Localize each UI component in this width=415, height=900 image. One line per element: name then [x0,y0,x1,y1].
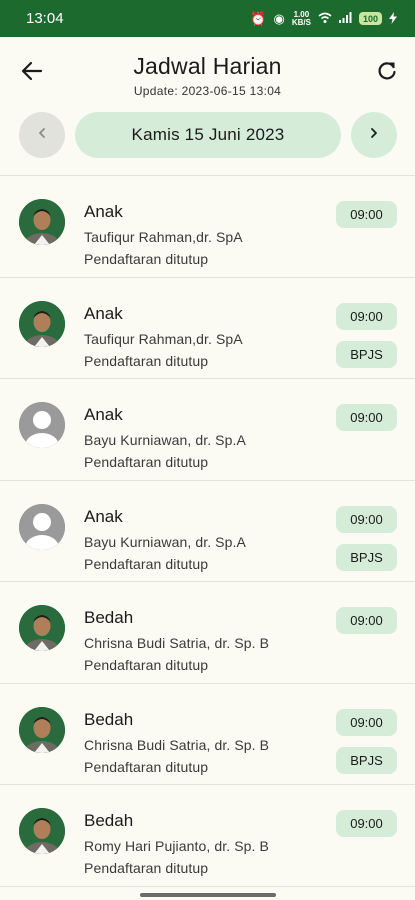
doctor-name: Chrisna Budi Satria, dr. Sp. B [84,736,270,753]
date-navigation: Kamis 15 Juni 2023 [0,107,415,167]
specialty-label: Bedah [84,709,134,729]
schedule-info: Anak Taufiqur Rahman,dr. SpA Pendaftaran… [84,202,243,267]
time-chip: 09:00 [336,607,397,634]
selected-date: Kamis 15 Juni 2023 [131,125,285,144]
time-label: 09:00 [350,714,383,730]
previous-day-button[interactable] [19,112,65,158]
time-label: 09:00 [350,816,383,831]
registration-status: Pendaftaran ditutup [84,555,209,572]
specialty-label: Anak [84,303,123,323]
doctor-avatar [19,199,65,245]
schedule-info: Anak Bayu Kurniawan, dr. Sp.A Pendaftara… [84,507,246,572]
bpjs-badge: BPJS [336,340,397,368]
schedule-row[interactable]: Anak Taufiqur Rahman,dr. SpA Pendaftaran… [0,278,415,379]
schedule-info: Bedah Chrisna Budi Satria, dr. Sp. B Pen… [84,710,269,775]
alarm-icon: ⏰ [250,11,267,26]
chevron-right-icon [368,126,380,144]
doctor-name: Bayu Kurniawan, dr. Sp.A [84,533,246,550]
registration-status: Pendaftaran ditutup [84,657,209,673]
specialty-label: Anak [84,506,123,526]
schedule-info: Bedah Romy Hari Pujianto, dr. Sp. B Pend… [84,811,269,876]
schedule-row[interactable]: Anak Bayu Kurniawan, dr. Sp.A Pendaftara… [0,481,415,582]
schedule-info: Anak Taufiqur Rahman,dr. SpA Pendaftaran… [84,304,243,369]
specialty-label: Bedah [84,608,134,627]
specialty-label: Bedah [84,811,134,830]
app-bar: Jadwal Harian Update: 2023-06-15 13:04 [0,37,415,107]
schedule-row[interactable]: Anak Taufiqur Rahman,dr. SpA Pendaftaran… [0,176,415,278]
time-label: 09:00 [350,207,383,222]
next-day-button[interactable] [351,112,397,158]
time-chip: 09:00 [336,302,397,330]
hotspot-icon: ◉ [273,11,285,26]
specialty-label: Anak [84,405,123,424]
time-chip: 09:00 [336,201,397,228]
badge-label: BPJS [350,549,383,565]
data-speed-icon: 1.00 KB/S [291,9,311,27]
time-chip: 09:00 [336,708,397,736]
signal-icon [338,12,352,25]
registration-status: Pendaftaran ditutup [84,758,209,775]
status-icons: ⏰ ◉ 1.00 KB/S 100 [250,9,397,27]
doctor-name: Taufiqur Rahman,dr. SpA [84,229,243,245]
time-chip: 09:00 [336,810,397,837]
time-label: 09:00 [350,308,383,324]
charging-icon [389,11,397,26]
time-chip: 09:00 [336,505,397,533]
battery-icon: 100 [358,12,382,25]
registration-status: Pendaftaran ditutup [84,454,209,470]
status-time: 13:04 [26,10,64,27]
bpjs-badge: BPJS [336,746,397,774]
gesture-nav-bar[interactable] [140,893,276,897]
doctor-avatar [19,808,65,854]
header-title-block: Jadwal Harian Update: 2023-06-15 13:04 [0,53,415,98]
refresh-button[interactable] [373,59,401,87]
badge-label: BPJS [350,346,383,362]
doctor-name: Chrisna Budi Satria, dr. Sp. B [84,635,270,651]
date-selector[interactable]: Kamis 15 Juni 2023 [75,112,341,158]
registration-status: Pendaftaran ditutup [84,860,209,876]
chevron-left-icon [36,126,48,144]
update-timestamp: Update: 2023-06-15 13:04 [133,84,282,98]
battery-level: 100 [362,13,378,24]
status-bar: 13:04 ⏰ ◉ 1.00 KB/S 100 [0,0,415,37]
time-label: 09:00 [350,410,383,425]
doctor-avatar [19,300,65,347]
schedule-row[interactable]: Bedah Chrisna Budi Satria, dr. Sp. B Pen… [0,684,415,785]
schedule-row[interactable]: Bedah Chrisna Budi Satria, dr. Sp. B Pen… [0,582,415,684]
bpjs-badge: BPJS [336,543,397,571]
doctor-avatar [19,605,65,651]
doctor-avatar [19,503,65,550]
registration-status: Pendaftaran ditutup [84,352,209,369]
time-label: 09:00 [350,613,383,628]
wifi-icon [318,12,332,26]
doctor-name: Taufiqur Rahman,dr. SpA [84,330,243,347]
doctor-avatar [19,706,65,753]
doctor-name: Romy Hari Pujianto, dr. Sp. B [84,838,269,854]
schedule-row[interactable]: Bedah Romy Hari Pujianto, dr. Sp. B Pend… [0,785,415,887]
registration-status: Pendaftaran ditutup [84,251,209,267]
schedule-info: Anak Bayu Kurniawan, dr. Sp.A Pendaftara… [84,405,246,470]
time-label: 09:00 [350,511,383,527]
badge-label: BPJS [350,752,383,768]
schedule-info: Bedah Chrisna Budi Satria, dr. Sp. B Pen… [84,608,269,673]
doctor-avatar [19,402,65,448]
doctor-name: Bayu Kurniawan, dr. Sp.A [84,432,246,448]
schedule-list: Anak Taufiqur Rahman,dr. SpA Pendaftaran… [0,176,415,887]
page-title: Jadwal Harian [133,53,282,79]
refresh-icon [376,60,398,87]
time-chip: 09:00 [336,404,397,431]
schedule-row[interactable]: Anak Bayu Kurniawan, dr. Sp.A Pendaftara… [0,379,415,481]
specialty-label: Anak [84,202,123,221]
